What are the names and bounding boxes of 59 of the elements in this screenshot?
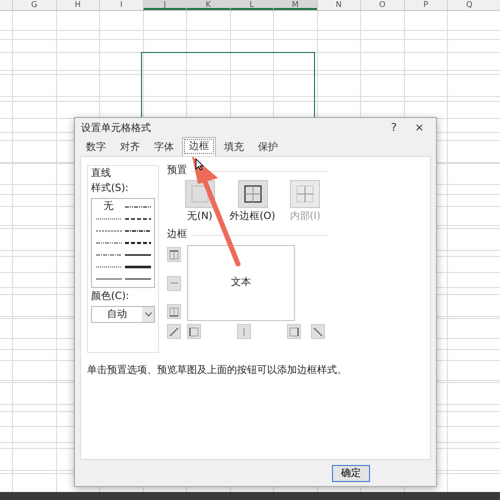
border-grid-icon xyxy=(295,184,316,204)
line-style-option[interactable] xyxy=(124,277,150,281)
line-style-option[interactable] xyxy=(96,253,122,257)
line-style-option[interactable] xyxy=(124,205,150,209)
window-title: 设置单元格格式 xyxy=(81,122,152,136)
tab[interactable]: 保护 xyxy=(252,140,284,156)
tab[interactable]: 数字 xyxy=(80,140,112,156)
border-button[interactable] xyxy=(311,324,325,339)
border-button[interactable] xyxy=(167,324,181,339)
line-style-option[interactable] xyxy=(124,229,150,233)
column-header[interactable]: M xyxy=(273,0,316,10)
hint-text: 单击预置选项、预览草图及上面的按钮可以添加边框样式。 xyxy=(87,364,348,378)
line-style-option[interactable] xyxy=(124,253,150,257)
line-style-option[interactable]: 无 xyxy=(104,201,114,213)
field-label: 颜色(C): xyxy=(91,291,130,303)
column-header[interactable]: Q xyxy=(447,0,490,10)
border-button[interactable] xyxy=(287,324,301,339)
group-heading: 直线 xyxy=(91,168,112,180)
border-preview[interactable]: 文本 xyxy=(187,245,295,321)
border-button[interactable] xyxy=(167,304,181,319)
line-style-option[interactable] xyxy=(124,265,150,269)
border-button[interactable] xyxy=(167,247,181,262)
column-header[interactable]: L xyxy=(230,0,273,10)
preset-label: 内部(I) xyxy=(290,211,321,223)
border-line-icon xyxy=(313,326,323,336)
border-grid-icon xyxy=(190,184,210,204)
column-header[interactable]: H xyxy=(56,0,99,10)
preset-label: 外边框(O) xyxy=(230,211,276,223)
line-style-option[interactable] xyxy=(96,277,122,281)
section-heading: 边框 xyxy=(167,229,187,241)
help-button[interactable]: ? xyxy=(384,121,403,135)
column-header[interactable]: P xyxy=(404,0,447,10)
line-style-option[interactable] xyxy=(124,217,150,221)
line-style-option[interactable] xyxy=(96,241,122,245)
preview-text: 文本 xyxy=(231,277,251,289)
column-header[interactable]: G xyxy=(12,0,56,10)
preset-label: 无(N) xyxy=(187,211,212,223)
preset-button[interactable] xyxy=(238,180,268,208)
border-line-icon xyxy=(169,326,179,336)
tab[interactable]: 边框 xyxy=(182,137,216,156)
tab[interactable]: 字体 xyxy=(148,140,180,156)
line-style-list[interactable]: 无 xyxy=(91,198,155,288)
line-style-option[interactable] xyxy=(96,229,122,233)
column-header[interactable]: K xyxy=(186,0,230,10)
line-style-option[interactable] xyxy=(124,241,150,245)
line-style-option[interactable] xyxy=(96,217,122,221)
caret-icon xyxy=(144,312,152,317)
line-style-option[interactable] xyxy=(96,265,122,269)
ok-button[interactable]: 确定 xyxy=(332,464,370,482)
color-dropdown[interactable]: 自动 xyxy=(91,306,155,323)
border-grid-icon xyxy=(242,184,262,204)
field-label: 样式(S): xyxy=(91,183,130,195)
column-header[interactable]: O xyxy=(360,0,404,10)
close-button[interactable]: × xyxy=(408,121,430,135)
border-button[interactable] xyxy=(187,324,201,339)
tab[interactable]: 对齐 xyxy=(114,140,146,156)
section-heading: 预置 xyxy=(167,165,187,177)
column-header[interactable]: N xyxy=(316,0,360,10)
tab[interactable]: 填充 xyxy=(218,140,250,156)
